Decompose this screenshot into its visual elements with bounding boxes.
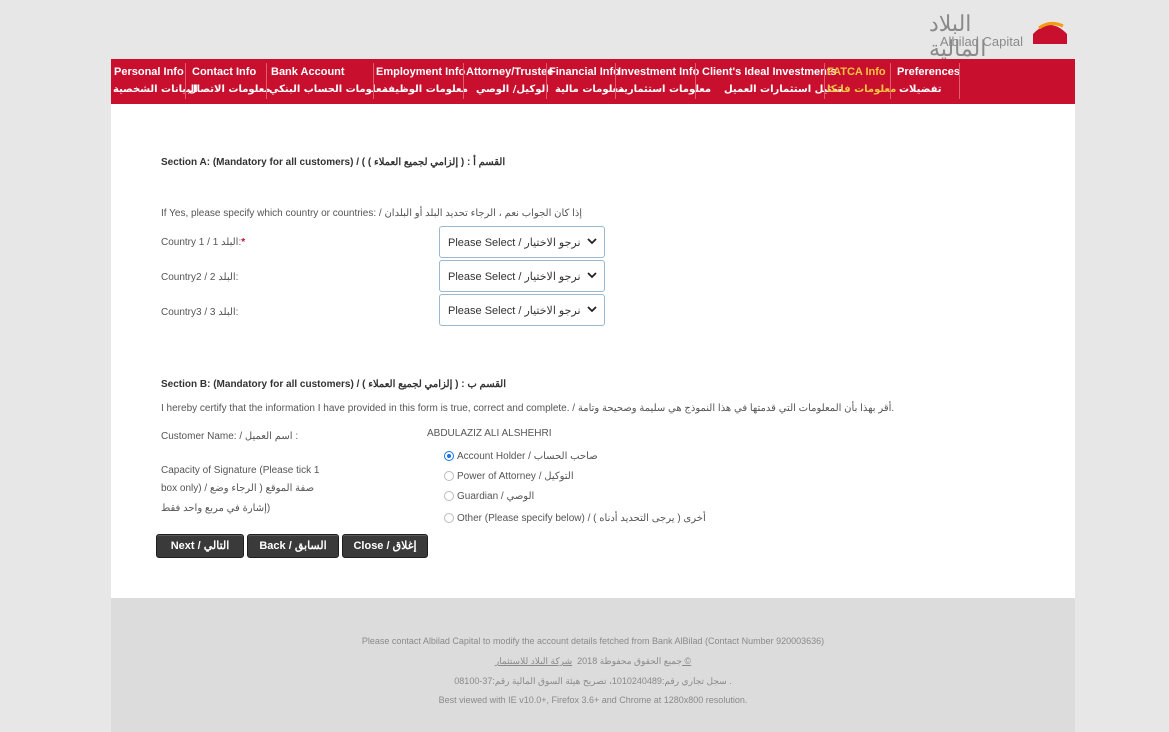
brand-name-en: Albilad Capital — [939, 34, 1023, 49]
nav-divider — [959, 63, 960, 99]
tab-label-en: Attorney/Trustee — [466, 66, 554, 78]
country2-select[interactable]: Please Select / نرجو الاختيار — [439, 260, 605, 292]
radio-account-holder[interactable] — [444, 451, 454, 461]
tab-label-ar: تفضيلات — [899, 84, 942, 95]
tab-label-ar: معلومات فاتكا — [827, 84, 897, 95]
option-label: Account Holder / صاحب الحساب — [457, 451, 598, 462]
footer-browser-note: Best viewed with IE v10.0+, Firefox 3.6+… — [438, 695, 748, 705]
section-a-title-en: Section A: (Mandatory for all customers)… — [161, 157, 366, 168]
tab-label-en: Personal Info — [114, 66, 184, 78]
tab-label-en: Financial Info — [549, 66, 620, 78]
tab-label-en: Client's Ideal Investments — [702, 66, 837, 78]
option-label: Guardian / الوصي — [457, 491, 535, 502]
tab-label-en: FATCA Info — [827, 66, 886, 78]
option-label: Other (Please specify below) / أخرى ( ير… — [457, 513, 706, 524]
capacity-label-line1: Capacity of Signature (Please tick 1 — [161, 465, 320, 476]
tab-fatca-info[interactable]: FATCA Info معلومات فاتكا — [825, 59, 896, 104]
country1-label-text: Country 1 / 1 البلد: — [161, 237, 242, 248]
tab-label-en: Preferences — [897, 66, 960, 78]
tab-label-en: Bank Account — [271, 66, 345, 78]
radio-guardian[interactable] — [444, 491, 454, 501]
chevron-down-icon — [587, 272, 597, 279]
fatca-form: Section A: (Mandatory for all customers)… — [111, 104, 1075, 598]
certify-statement: I hereby certify that the information I … — [161, 403, 895, 414]
country3-label: Country3 / 3 البلد: — [161, 307, 239, 318]
footer-copyright-text: جميع الحقوق محفوظة 2018 — [577, 656, 683, 666]
radio-power-of-attorney[interactable] — [444, 471, 454, 481]
tab-label-en: Employment Info — [376, 66, 466, 78]
section-b-title: Section B: (Mandatory for all customers)… — [161, 379, 507, 390]
tab-employment-info[interactable]: Employment Info معلومات الوظيفة — [374, 59, 468, 104]
country3-select-value: Please Select / نرجو الاختيار — [448, 305, 581, 317]
country-instruction: If Yes, please specify which country or … — [161, 208, 583, 219]
tab-financial-info[interactable]: Financial Info معلومات مالية — [547, 59, 625, 104]
brand-mark-icon — [1033, 21, 1067, 44]
tab-clients-ideal-investments[interactable]: Client's Ideal Investments تمثيل استثمار… — [696, 59, 842, 104]
tab-bank-account[interactable]: Bank Account معلومات الحساب البنكي — [267, 59, 388, 104]
tab-label-ar: معلومات الاتصال — [188, 84, 271, 95]
tab-contact-info[interactable]: Contact Info معلومات الاتصال — [186, 59, 271, 104]
radio-other[interactable] — [444, 513, 454, 523]
country2-label: Country2 / 2 البلد: — [161, 272, 239, 283]
brand-logo[interactable]: البلاد المالية Albilad Capital — [929, 12, 1071, 62]
capacity-label-line2: box only) / صفة الموقع ( الرجاء وضع — [161, 483, 315, 494]
footer-contact-note: Please contact Albilad Capital to modify… — [361, 636, 825, 646]
country1-select-value: Please Select / نرجو الاختيار — [448, 237, 581, 249]
section-a-title: Section A: (Mandatory for all customers)… — [161, 157, 505, 168]
back-button[interactable]: Back / السابق — [247, 534, 339, 558]
country2-select-value: Please Select / نرجو الاختيار — [448, 271, 581, 283]
tab-label-en: Contact Info — [192, 66, 257, 78]
close-button[interactable]: Close / إغلاق — [342, 534, 428, 558]
main-nav: Personal Info البيانات الشخصية Contact I… — [111, 59, 1075, 104]
required-marker: * — [241, 237, 246, 248]
country3-select[interactable]: Please Select / نرجو الاختيار — [439, 294, 605, 326]
option-label: Power of Attorney / التوكيل — [457, 471, 574, 482]
tab-label-ar: معلومات الحساب البنكي — [269, 84, 388, 95]
tab-label-ar: الوكيل/ الوصي — [476, 84, 549, 95]
tab-label-ar: معلومات الوظيفة — [382, 84, 468, 95]
chevron-down-icon — [587, 238, 597, 245]
next-button[interactable]: Next / التالي — [156, 534, 244, 558]
capacity-label-line3: إشارة في مربع واحد فقط) — [161, 503, 271, 514]
customer-name-value: ABDULAZIZ ALI ALSHEHRI — [427, 428, 552, 439]
tab-investment-info[interactable]: Investment Info معلومات استثمارية — [616, 59, 711, 104]
chevron-down-icon — [587, 306, 597, 313]
tab-preferences[interactable]: Preferences تفضيلات — [891, 59, 960, 104]
section-a-title-ar: القسم أ : ( إلزامي لجميع العملاء ) — [367, 157, 506, 168]
tab-personal-info[interactable]: Personal Info البيانات الشخصية — [111, 59, 198, 104]
tab-label-en: Investment Info — [618, 66, 700, 78]
footer-copyright: جميع الحقوق محفوظة 2018 شركة البلاد للاس… — [111, 656, 1075, 667]
customer-name-label: Customer Name: / اسم العميل : — [161, 431, 299, 442]
page-footer: Please contact Albilad Capital to modify… — [111, 598, 1075, 732]
country1-select[interactable]: Please Select / نرجو الاختيار — [439, 226, 605, 258]
tab-attorney-trustee[interactable]: Attorney/Trustee الوكيل/ الوصي — [464, 59, 553, 104]
footer-registration: سجل تجاري رقم:1010240489، تصريح هيئة الس… — [454, 676, 732, 686]
country1-label: Country 1 / 1 البلد:* — [161, 237, 245, 248]
